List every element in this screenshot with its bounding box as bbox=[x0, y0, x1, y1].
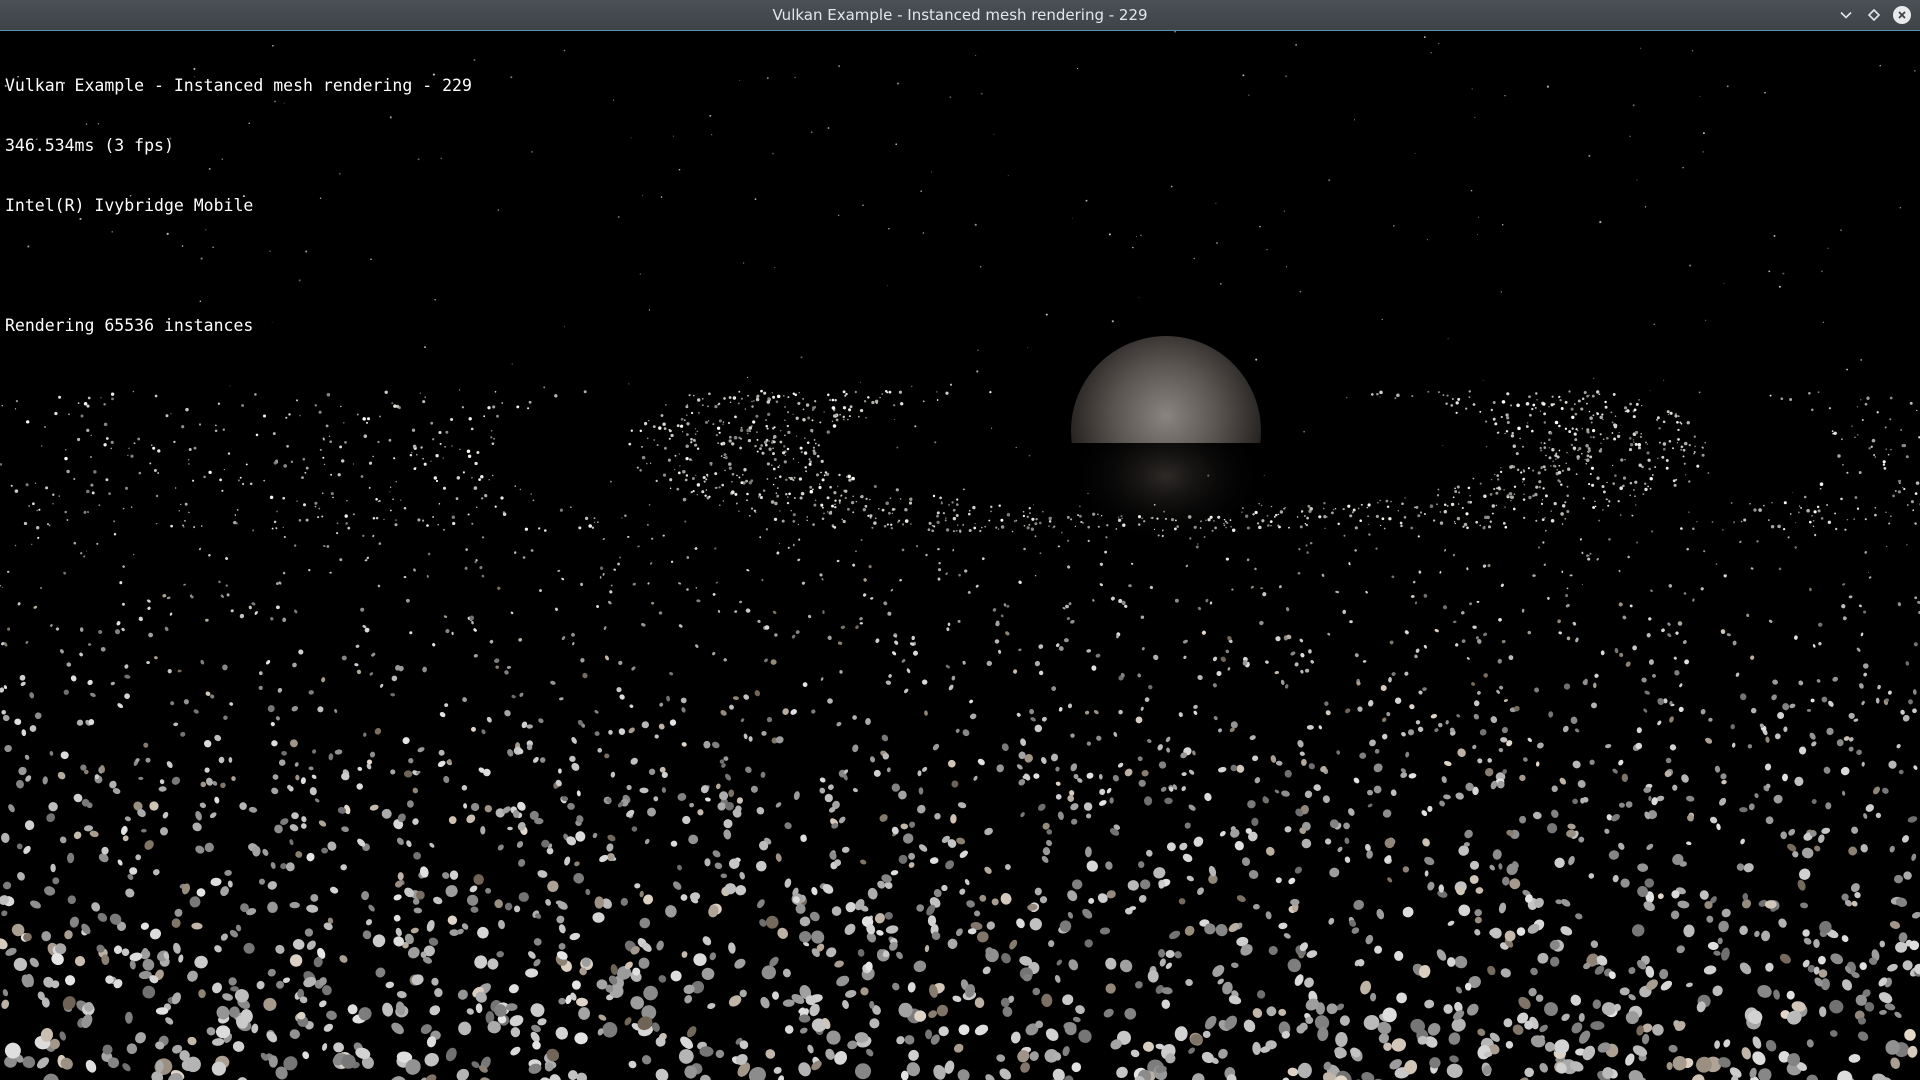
chevron-down-icon bbox=[1840, 11, 1852, 19]
minimize-button[interactable] bbox=[1835, 4, 1857, 26]
close-button[interactable] bbox=[1891, 4, 1913, 26]
diamond-icon bbox=[1867, 8, 1881, 22]
render-viewport[interactable]: Vulkan Example - Instanced mesh renderin… bbox=[0, 31, 1920, 1080]
overlay-spacer bbox=[5, 256, 472, 276]
close-icon bbox=[1898, 11, 1906, 19]
window-title: Vulkan Example - Instanced mesh renderin… bbox=[772, 6, 1148, 24]
debug-overlay: Vulkan Example - Instanced mesh renderin… bbox=[5, 36, 472, 376]
overlay-instance-info: Rendering 65536 instances bbox=[5, 316, 254, 335]
window-titlebar[interactable]: Vulkan Example - Instanced mesh renderin… bbox=[0, 0, 1920, 31]
overlay-device-name: Intel(R) Ivybridge Mobile bbox=[5, 196, 254, 215]
maximize-button[interactable] bbox=[1863, 4, 1885, 26]
app-window: Vulkan Example - Instanced mesh renderin… bbox=[0, 0, 1920, 1080]
overlay-frame-time: 346.534ms (3 fps) bbox=[5, 136, 174, 155]
overlay-title: Vulkan Example - Instanced mesh renderin… bbox=[5, 76, 472, 95]
